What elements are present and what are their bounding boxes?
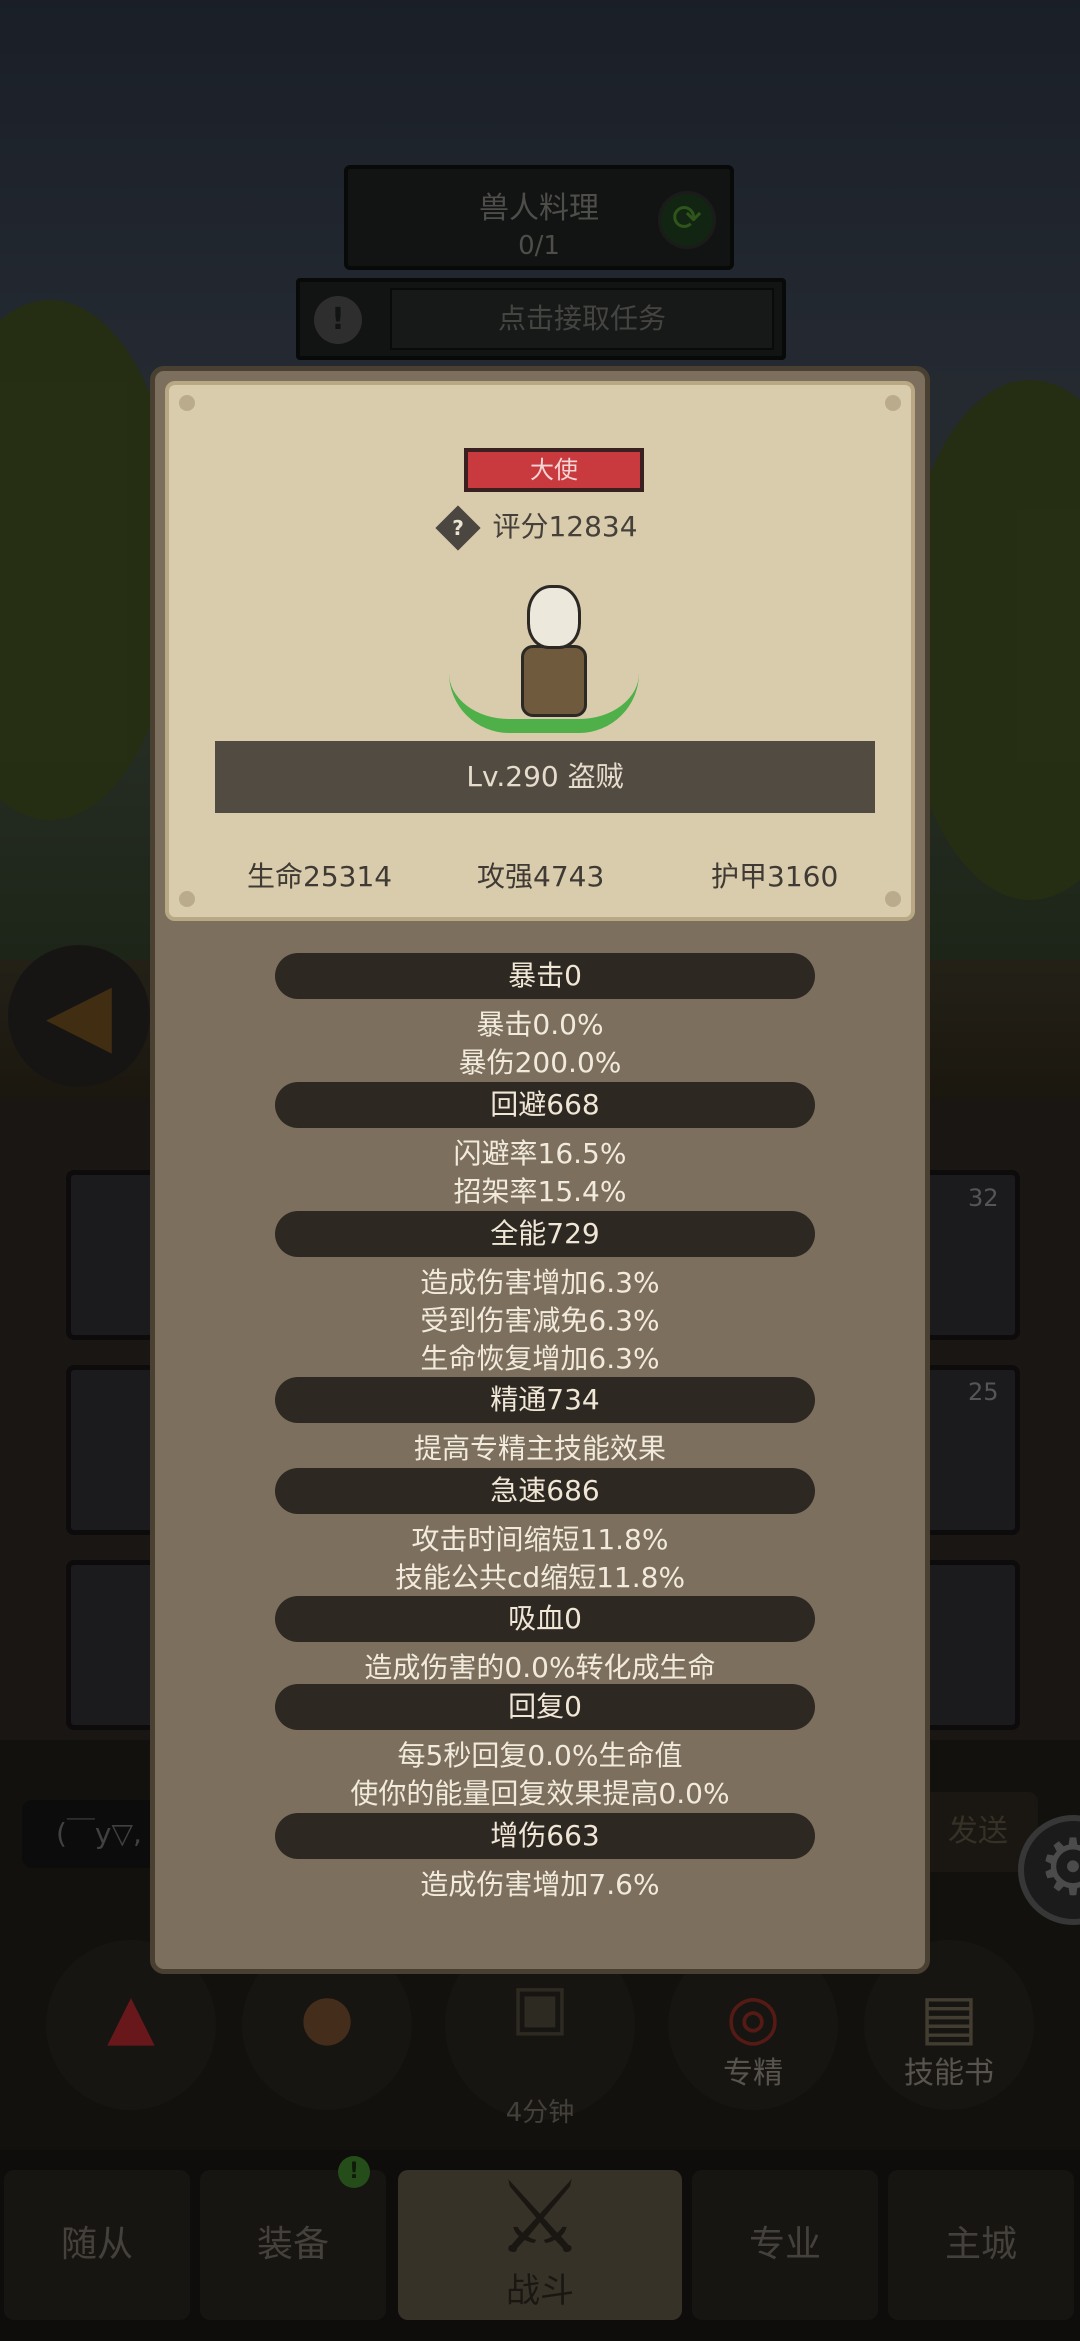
attr-line: 技能公共cd缩短11.8% xyxy=(394,1561,686,1594)
attr-title-haste: 急速686 xyxy=(275,1468,815,1514)
attr-line: 招架率15.4% xyxy=(453,1175,627,1208)
rivet xyxy=(179,395,195,411)
help-icon[interactable]: ? xyxy=(435,505,482,551)
attr-title-versatility: 全能729 xyxy=(275,1211,815,1257)
attr-line: 受到伤害减免6.3% xyxy=(420,1304,660,1337)
attr-line: 生命恢复增加6.3% xyxy=(420,1342,660,1375)
attr-title-lifesteal: 吸血0 xyxy=(275,1596,815,1642)
character-info-panel: 大使 ? 评分12834 Lv.290 盗贼 生命25314 攻强4743 护甲3… xyxy=(150,366,930,1974)
rivet xyxy=(885,891,901,907)
attr-title-regen: 回复0 xyxy=(275,1684,815,1730)
attr-line: 暴伤200.0% xyxy=(458,1046,622,1079)
score-row: ? 评分12834 xyxy=(169,505,911,551)
rank-badge: 大使 xyxy=(464,448,644,492)
attr-title-dodge: 回避668 xyxy=(275,1082,815,1128)
character-portrait xyxy=(439,585,659,765)
character-body xyxy=(521,645,587,717)
attr-line: 造成伤害增加7.6% xyxy=(420,1868,660,1901)
attr-line: 造成伤害增加6.3% xyxy=(420,1266,660,1299)
stat-armor: 护甲3160 xyxy=(711,860,839,893)
attr-title-damage-bonus: 增伤663 xyxy=(275,1813,815,1859)
character-header: 大使 ? 评分12834 Lv.290 盗贼 生命25314 攻强4743 护甲3… xyxy=(165,381,915,921)
rivet xyxy=(885,395,901,411)
attr-line: 造成伤害的0.0%转化成生命 xyxy=(364,1651,716,1684)
character-head xyxy=(527,585,581,649)
attr-line: 每5秒回复0.0%生命值 xyxy=(397,1739,683,1772)
attr-line: 使你的能量回复效果提高0.0% xyxy=(350,1777,730,1810)
attr-title-mastery: 精通734 xyxy=(275,1377,815,1423)
stat-hp: 生命25314 xyxy=(247,860,393,893)
attr-line: 提高专精主技能效果 xyxy=(413,1432,666,1465)
class-level: Lv.290 盗贼 xyxy=(215,741,875,813)
rivet xyxy=(179,891,195,907)
attr-title-crit: 暴击0 xyxy=(275,953,815,999)
score-value: 评分12834 xyxy=(492,510,638,543)
attr-line: 攻击时间缩短11.8% xyxy=(411,1523,669,1556)
attr-line: 闪避率16.5% xyxy=(453,1137,627,1170)
attr-line: 暴击0.0% xyxy=(476,1008,604,1041)
stat-attack: 攻强4743 xyxy=(477,860,605,893)
